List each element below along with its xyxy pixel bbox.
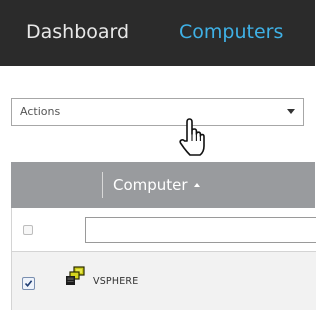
- row-checkbox[interactable]: [22, 277, 35, 290]
- column-header-label: Computer: [113, 176, 188, 194]
- nav-tab-computers[interactable]: Computers: [179, 19, 283, 45]
- grid-filter-row: [11, 208, 316, 252]
- computer-network-icon: [65, 266, 87, 290]
- chevron-down-icon: [287, 109, 295, 114]
- computer-filter-input[interactable]: [85, 217, 316, 243]
- actions-dropdown-label: Actions: [20, 105, 61, 118]
- checkmark-icon: [24, 280, 33, 288]
- sort-asc-icon: [193, 182, 200, 187]
- column-header-computer[interactable]: Computer: [113, 176, 200, 194]
- table-row[interactable]: VSPHERE: [11, 252, 316, 310]
- column-divider: [102, 172, 103, 198]
- actions-dropdown[interactable]: Actions: [11, 98, 304, 126]
- select-all-checkbox[interactable]: [23, 225, 33, 235]
- nav-tab-dashboard[interactable]: Dashboard: [26, 19, 129, 45]
- computer-name: VSPHERE: [93, 276, 139, 287]
- top-navigation-bar: Dashboard Computers: [0, 0, 315, 66]
- grid-header-row: Computer: [11, 162, 315, 208]
